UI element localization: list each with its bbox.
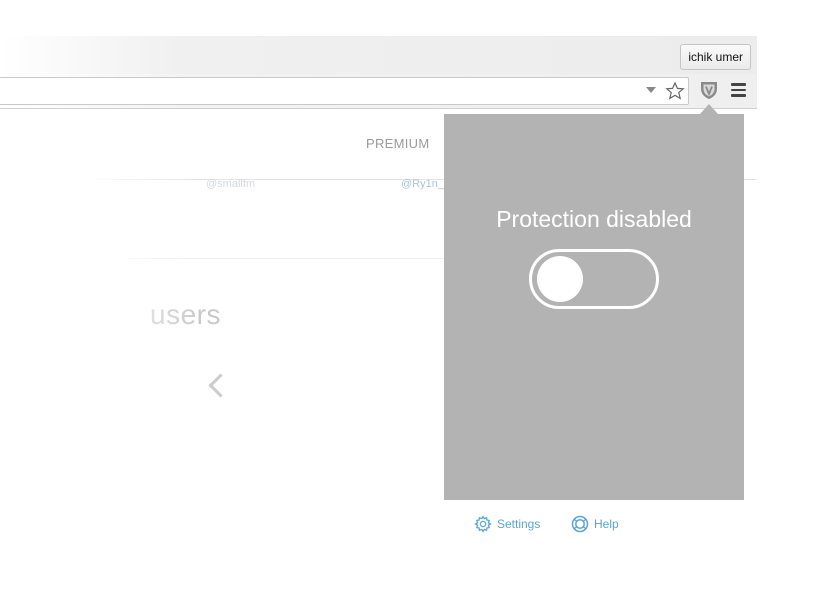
- settings-link[interactable]: Settings: [474, 515, 540, 533]
- help-label: Help: [594, 517, 619, 531]
- nav-premium-link[interactable]: PREMIUM: [366, 136, 430, 151]
- help-link[interactable]: Help: [571, 515, 619, 533]
- chevron-down-icon[interactable]: [646, 87, 656, 93]
- gear-icon: [474, 515, 492, 533]
- twitter-handle[interactable]: @Ry1n_: [401, 178, 444, 190]
- shield-icon[interactable]: [698, 79, 720, 101]
- divider: [128, 258, 468, 259]
- profile-button[interactable]: ichik umer: [680, 44, 751, 70]
- settings-label: Settings: [497, 517, 541, 531]
- extension-popup: Protection disabled: [444, 114, 744, 500]
- protection-status-title: Protection disabled: [496, 206, 692, 232]
- protection-toggle[interactable]: [529, 249, 659, 309]
- title-bar: ichik umer: [0, 36, 757, 75]
- browser-toolbar: [0, 74, 757, 109]
- twitter-handle[interactable]: @smallfm: [206, 178, 255, 190]
- popup-arrow: [700, 104, 718, 114]
- help-icon: [571, 515, 589, 533]
- section-heading: users: [150, 299, 221, 330]
- chevron-left-icon[interactable]: [208, 373, 233, 398]
- star-icon[interactable]: [665, 81, 685, 101]
- address-bar[interactable]: [0, 77, 689, 105]
- fade-overlay: [0, 109, 200, 596]
- hamburger-menu-icon[interactable]: [731, 83, 746, 97]
- popup-footer: Settings Help: [444, 500, 744, 545]
- toggle-knob[interactable]: [537, 256, 583, 302]
